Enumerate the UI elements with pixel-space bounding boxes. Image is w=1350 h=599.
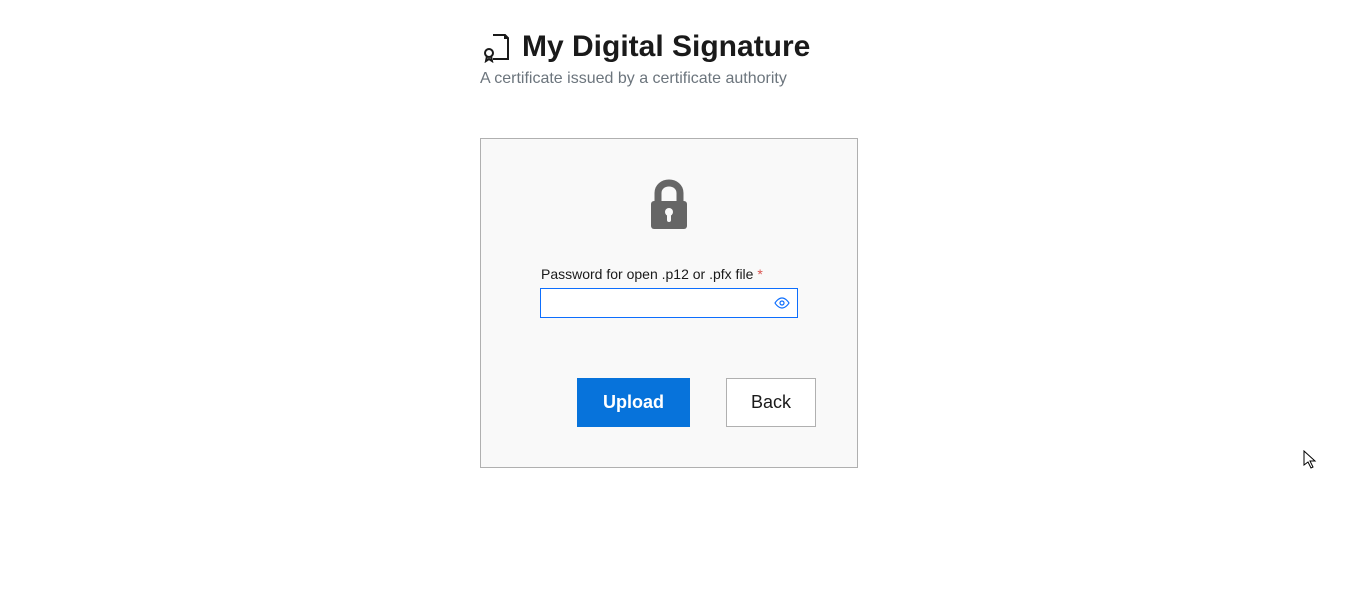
- lock-icon: [645, 179, 693, 236]
- certificate-icon: [480, 31, 512, 63]
- upload-button[interactable]: Upload: [577, 378, 690, 427]
- back-button[interactable]: Back: [726, 378, 816, 427]
- eye-icon[interactable]: [774, 297, 790, 309]
- mouse-cursor-icon: [1303, 450, 1319, 475]
- page-subtitle: A certificate issued by a certificate au…: [480, 70, 858, 88]
- password-input[interactable]: [540, 288, 798, 318]
- upload-card: Password for open .p12 or .pfx file * Up…: [480, 138, 858, 468]
- button-row: Upload Back: [577, 378, 816, 427]
- password-input-wrapper: [540, 288, 798, 318]
- password-label: Password for open .p12 or .pfx file *: [541, 266, 763, 282]
- page-title: My Digital Signature: [522, 30, 810, 64]
- page-header: My Digital Signature: [480, 30, 858, 64]
